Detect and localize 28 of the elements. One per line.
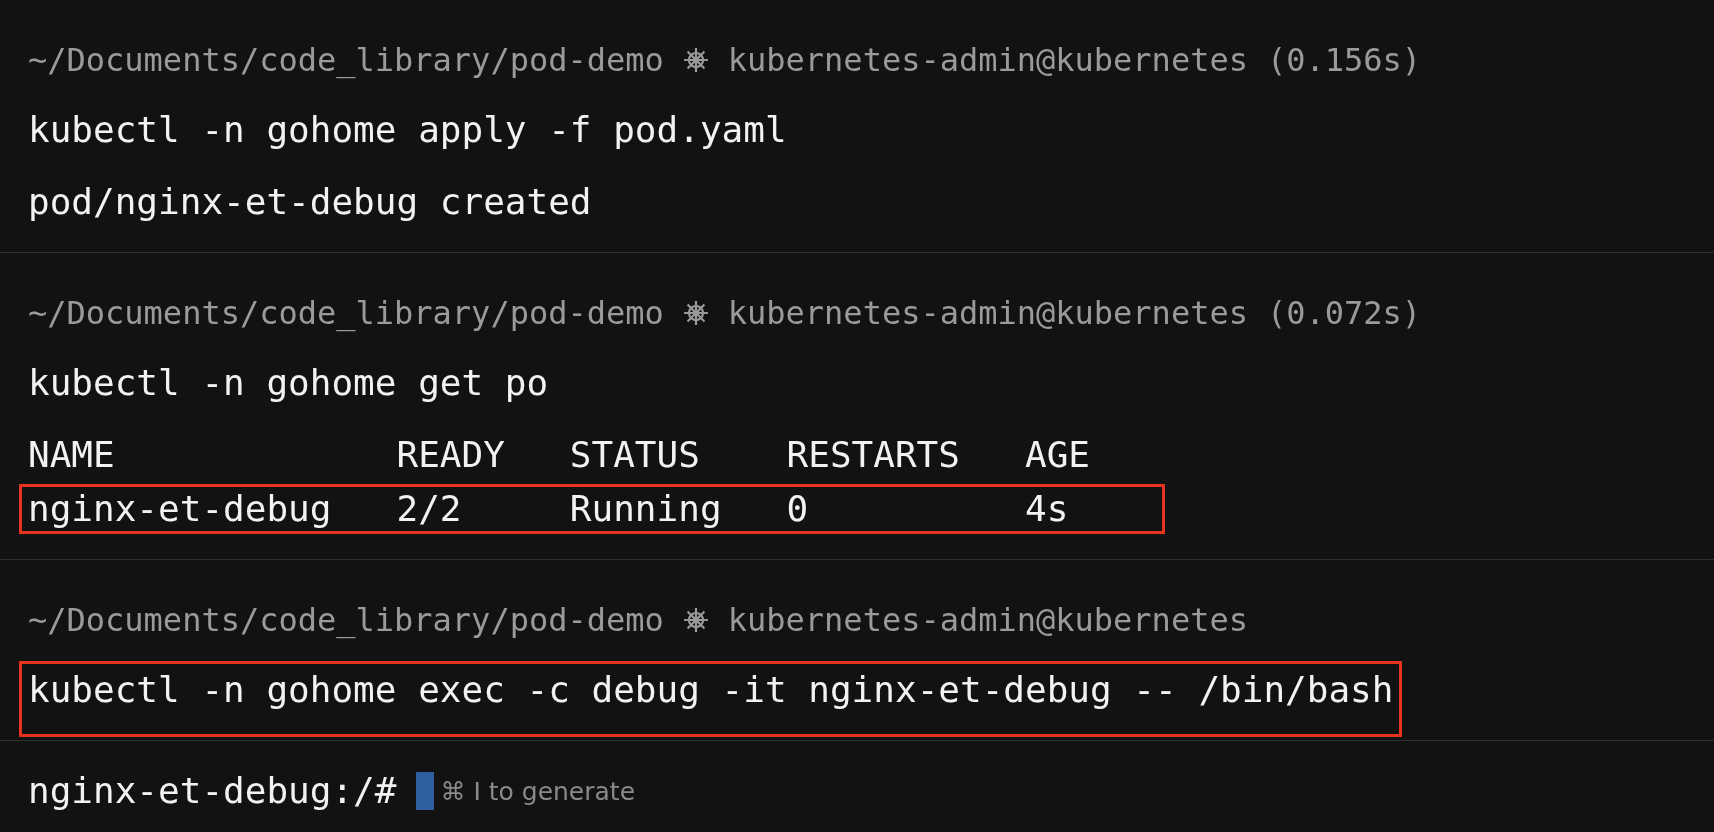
table-cell-text: Running: [569, 487, 723, 531]
column-header: READY: [396, 433, 506, 477]
column-header: AGE: [1025, 433, 1091, 477]
command-input[interactable]: ⌘ I to generate: [440, 776, 841, 806]
table-cell-text: 0: [786, 487, 810, 531]
kube-context: kubernetes-admin@kubernetes: [727, 293, 1248, 333]
shell-prompt: nginx-et-debug:/#: [28, 769, 397, 813]
table-cell-text: 4s: [1025, 487, 1070, 531]
command-text: kubectl -n gohome apply -f pod.yaml: [28, 108, 787, 152]
kube-context: kubernetes-admin@kubernetes: [727, 600, 1248, 640]
prompt-path: ~/Documents/code_library/pod-demo: [28, 293, 664, 333]
helm-wheel-icon: [682, 607, 709, 633]
column-header: RESTARTS: [786, 433, 961, 477]
column-header: STATUS: [569, 433, 701, 477]
table-cell-text: 2/2: [396, 487, 463, 531]
command-text: kubectl -n gohome exec -c debug -it nginx-et-debug -- /bin/bash: [19, 661, 1403, 737]
command-output: pod/nginx-et-debug created: [28, 180, 593, 224]
kube-context: kubernetes-admin@kubernetes: [727, 40, 1248, 80]
helm-wheel-icon: [682, 47, 709, 73]
column-header: NAME: [28, 433, 116, 477]
prompt-path: ~/Documents/code_library/pod-demo: [28, 600, 664, 640]
command-duration: (0.072s): [1266, 293, 1422, 333]
helm-wheel-icon: [682, 300, 709, 326]
text-cursor: [416, 772, 435, 810]
command-duration: (0.156s): [1266, 40, 1422, 80]
prompt-path: ~/Documents/code_library/pod-demo: [28, 40, 664, 80]
command-text: kubectl -n gohome get po: [28, 361, 549, 405]
table-cell-text: nginx-et-debug: [28, 487, 333, 531]
